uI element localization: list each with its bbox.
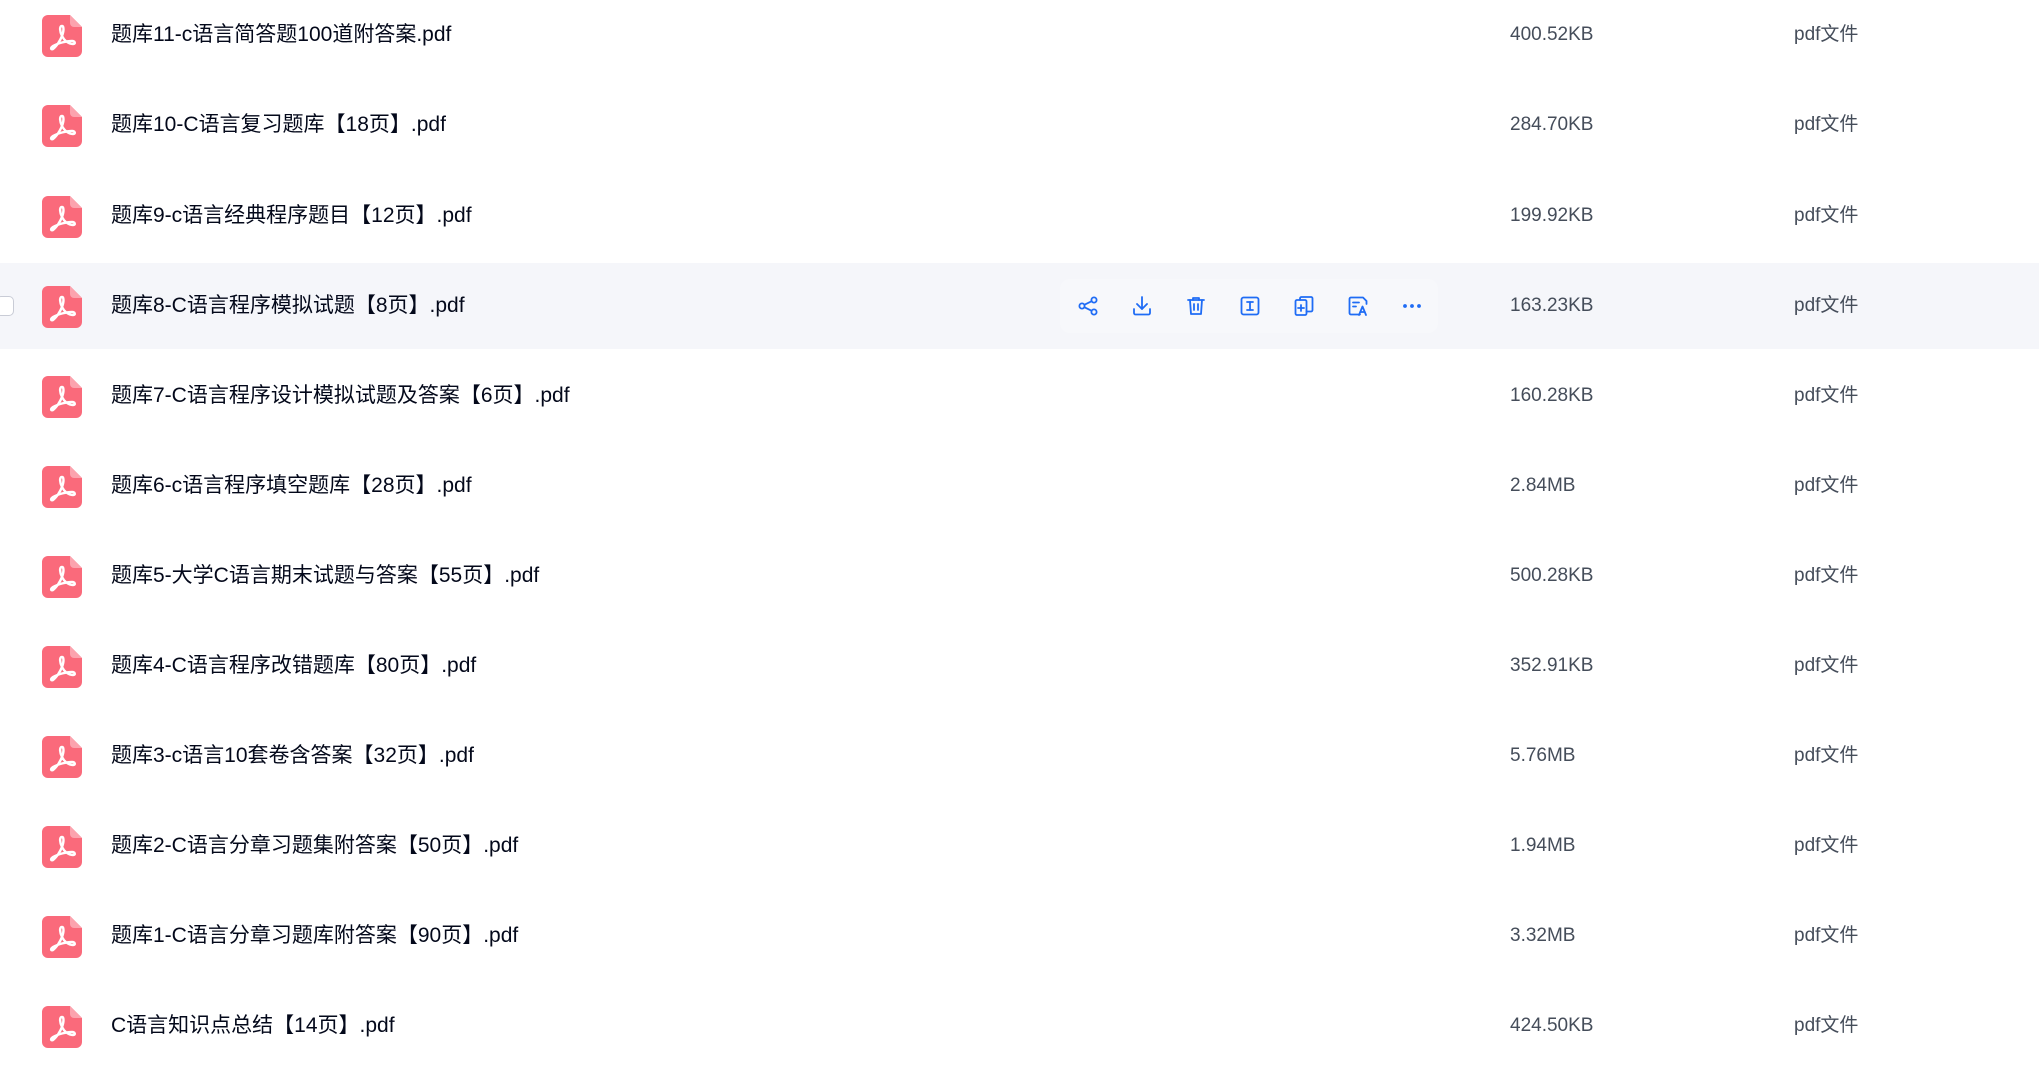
file-size: 500.28KB: [1510, 565, 1594, 586]
file-type: pdf文件: [1794, 24, 1859, 45]
file-name[interactable]: C语言知识点总结【14页】.pdf: [111, 983, 395, 1069]
file-row[interactable]: 题库11-c语言简答题100道附答案.pdf 400.52KB pdf文件: [0, 0, 2039, 78]
file-size: 424.50KB: [1510, 1015, 1594, 1036]
share-icon: [1078, 296, 1098, 316]
copy-icon: [1294, 296, 1314, 316]
share-button[interactable]: [1071, 289, 1105, 323]
file-size: 2.84MB: [1510, 475, 1576, 496]
file-type: pdf文件: [1794, 295, 1859, 316]
translate-icon: [1348, 296, 1368, 316]
file-name[interactable]: 题库10-C语言复习题库【18页】.pdf: [111, 82, 446, 168]
rename-icon: [1240, 296, 1260, 316]
file-row[interactable]: 题库4-C语言程序改错题库【80页】.pdf 352.91KB pdf文件: [0, 623, 2039, 709]
translate-button[interactable]: [1341, 289, 1375, 323]
file-row[interactable]: 题库1-C语言分章习题库附答案【90页】.pdf 3.32MB pdf文件: [0, 893, 2039, 979]
pdf-file-icon: [42, 1006, 82, 1048]
row-action-toolbar: [1060, 279, 1438, 333]
file-type: pdf文件: [1794, 745, 1859, 766]
pdf-file-icon: [42, 736, 82, 778]
file-row[interactable]: 题库7-C语言程序设计模拟试题及答案【6页】.pdf 160.28KB pdf文…: [0, 353, 2039, 439]
file-name[interactable]: 题库4-C语言程序改错题库【80页】.pdf: [111, 623, 476, 709]
file-size: 3.32MB: [1510, 925, 1576, 946]
file-name[interactable]: 题库6-c语言程序填空题库【28页】.pdf: [111, 443, 472, 529]
pdf-file-icon: [42, 646, 82, 688]
file-name[interactable]: 题库1-C语言分章习题库附答案【90页】.pdf: [111, 893, 518, 979]
file-size: 199.92KB: [1510, 205, 1594, 226]
file-name[interactable]: 题库8-C语言程序模拟试题【8页】.pdf: [111, 263, 465, 349]
pdf-file-icon: [42, 826, 82, 868]
file-type: pdf文件: [1794, 114, 1859, 135]
file-type: pdf文件: [1794, 925, 1859, 946]
pdf-file-icon: [42, 105, 82, 147]
file-size: 163.23KB: [1510, 295, 1594, 316]
file-type: pdf文件: [1794, 385, 1859, 406]
file-size: 1.94MB: [1510, 835, 1576, 856]
row-checkbox[interactable]: [0, 296, 14, 316]
file-row[interactable]: 题库9-c语言经典程序题目【12页】.pdf 199.92KB pdf文件: [0, 173, 2039, 259]
file-row[interactable]: 题库3-c语言10套卷含答案【32页】.pdf 5.76MB pdf文件: [0, 713, 2039, 799]
file-list: 题库11-c语言简答题100道附答案.pdf 400.52KB pdf文件 题库…: [0, 0, 2039, 1048]
pdf-file-icon: [42, 286, 82, 328]
rename-button[interactable]: [1233, 289, 1267, 323]
file-name[interactable]: 题库9-c语言经典程序题目【12页】.pdf: [111, 173, 472, 259]
pdf-file-icon: [42, 466, 82, 508]
file-row[interactable]: 题库6-c语言程序填空题库【28页】.pdf 2.84MB pdf文件: [0, 443, 2039, 529]
file-size: 5.76MB: [1510, 745, 1576, 766]
file-size: 284.70KB: [1510, 114, 1594, 135]
file-name[interactable]: 题库5-大学C语言期末试题与答案【55页】.pdf: [111, 533, 539, 619]
file-row-hovered[interactable]: 题库8-C语言程序模拟试题【8页】.pdf 163.23KB pdf文件: [0, 263, 2039, 349]
delete-icon: [1187, 297, 1205, 315]
file-size: 352.91KB: [1510, 655, 1594, 676]
file-name[interactable]: 题库7-C语言程序设计模拟试题及答案【6页】.pdf: [111, 353, 570, 439]
file-name[interactable]: 题库2-C语言分章习题集附答案【50页】.pdf: [111, 803, 518, 889]
more-button[interactable]: [1395, 289, 1429, 323]
file-type: pdf文件: [1794, 565, 1859, 586]
file-name[interactable]: 题库3-c语言10套卷含答案【32页】.pdf: [111, 713, 474, 799]
pdf-file-icon: [42, 15, 82, 57]
file-type: pdf文件: [1794, 655, 1859, 676]
file-size: 160.28KB: [1510, 385, 1594, 406]
pdf-file-icon: [42, 376, 82, 418]
file-row[interactable]: 题库10-C语言复习题库【18页】.pdf 284.70KB pdf文件: [0, 82, 2039, 168]
file-type: pdf文件: [1794, 475, 1859, 496]
file-row[interactable]: 题库2-C语言分章习题集附答案【50页】.pdf 1.94MB pdf文件: [0, 803, 2039, 889]
file-size: 400.52KB: [1510, 24, 1594, 45]
download-button[interactable]: [1125, 289, 1159, 323]
file-type: pdf文件: [1794, 1015, 1859, 1036]
pdf-file-icon: [42, 196, 82, 238]
pdf-file-icon: [42, 556, 82, 598]
file-row[interactable]: C语言知识点总结【14页】.pdf 424.50KB pdf文件: [0, 983, 2039, 1069]
more-icon: [1403, 304, 1421, 308]
file-type: pdf文件: [1794, 205, 1859, 226]
download-icon: [1133, 296, 1151, 316]
file-row[interactable]: 题库5-大学C语言期末试题与答案【55页】.pdf 500.28KB pdf文件: [0, 533, 2039, 619]
delete-button[interactable]: [1179, 289, 1213, 323]
pdf-file-icon: [42, 916, 82, 958]
copy-button[interactable]: [1287, 289, 1321, 323]
file-type: pdf文件: [1794, 835, 1859, 856]
file-name[interactable]: 题库11-c语言简答题100道附答案.pdf: [111, 0, 451, 78]
